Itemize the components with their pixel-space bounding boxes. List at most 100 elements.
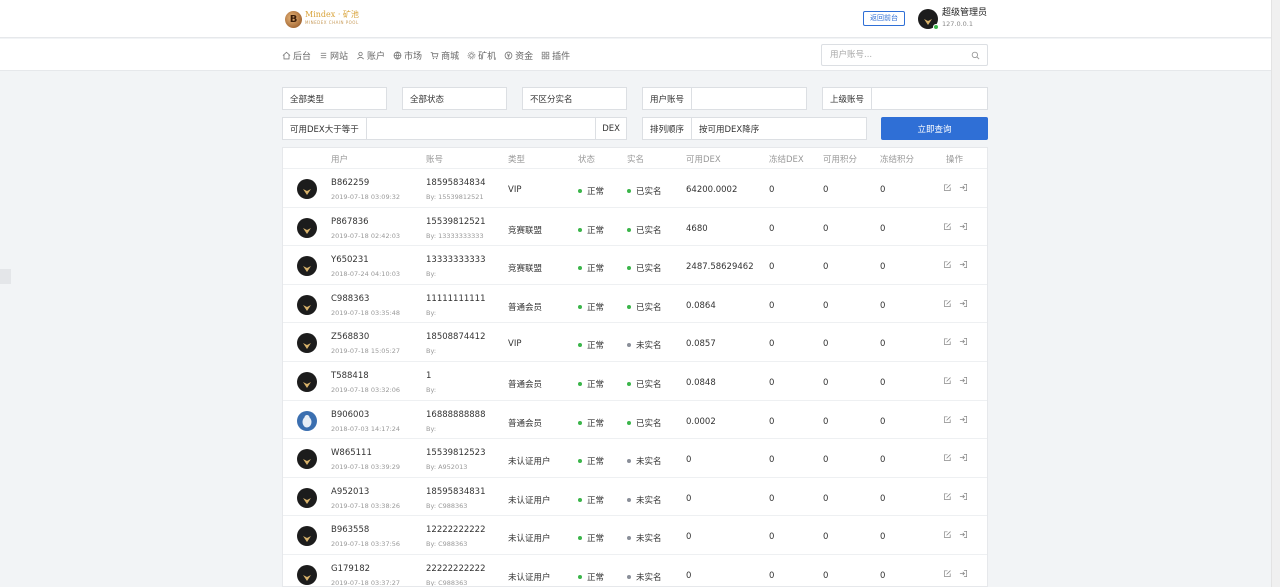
user-id[interactable]: B963558 xyxy=(331,525,369,535)
available-dex: 0 xyxy=(686,455,692,466)
dex-unit-addon: DEX xyxy=(595,118,626,139)
user-type: 竞赛联盟 xyxy=(508,264,543,275)
nav-item-market[interactable]: 市场 xyxy=(393,49,422,62)
edit-icon[interactable] xyxy=(943,260,952,269)
user-id[interactable]: B906003 xyxy=(331,410,369,420)
nav-item-accounts[interactable]: 账户 xyxy=(356,49,385,62)
user-account-field: 用户账号 xyxy=(642,87,807,110)
search-input[interactable] xyxy=(822,45,962,65)
login-as-user-icon[interactable] xyxy=(959,183,968,192)
available-points: 0 xyxy=(823,185,829,195)
register-time: 2019-07-18 03:37:56 xyxy=(331,540,401,549)
frozen-points: 0 xyxy=(880,532,886,543)
edit-icon[interactable] xyxy=(943,453,952,462)
type-select[interactable]: 全部类型 xyxy=(282,87,387,110)
available-points: 0 xyxy=(823,223,829,234)
register-time: 2019-07-18 03:35:48 xyxy=(331,308,401,317)
realname-dot xyxy=(627,343,631,348)
nav-search xyxy=(821,44,988,66)
available-points: 0 xyxy=(823,377,829,388)
nav-item-funds[interactable]: 资金 xyxy=(504,49,533,62)
users-table: 用户 账号 类型 状态 实名 可用DEX 冻结DEX 可用积分 冻结积分 操作 … xyxy=(282,147,988,587)
col-user: 用户 xyxy=(331,155,349,165)
row-actions xyxy=(943,299,968,308)
user-id[interactable]: Z568830 xyxy=(331,332,369,342)
user-avatar-icon xyxy=(297,449,317,470)
status-badge: 正常 xyxy=(578,185,604,197)
main-nav: 后台 网站 账户 市场 商城 矿机 资金 插件 xyxy=(282,49,570,62)
row-actions xyxy=(943,569,968,578)
search-icon[interactable] xyxy=(971,51,980,60)
site-logo[interactable]: B Mindex · 矿池 MINEDEX CHAIN POOL xyxy=(285,10,359,28)
sort-order-select[interactable]: 按可用DEX降序 xyxy=(692,123,759,135)
admin-user[interactable]: 超级管理员 127.0.0.1 xyxy=(918,8,987,30)
login-as-user-icon[interactable] xyxy=(959,222,968,231)
edit-icon[interactable] xyxy=(943,183,952,192)
user-id[interactable]: G179182 xyxy=(331,564,370,574)
avatar[interactable] xyxy=(918,8,939,30)
edit-icon[interactable] xyxy=(943,222,952,231)
user-id[interactable]: A952013 xyxy=(331,487,369,497)
frozen-points: 0 xyxy=(880,339,886,350)
user-id[interactable]: B862259 xyxy=(331,178,369,188)
user-id[interactable]: Y650231 xyxy=(331,255,369,265)
nav-item-dashboard[interactable]: 后台 xyxy=(282,49,311,62)
login-as-user-icon[interactable] xyxy=(959,492,968,501)
nav-item-miners[interactable]: 矿机 xyxy=(467,49,496,62)
account-number: 18595834831 xyxy=(426,486,486,497)
login-as-user-icon[interactable] xyxy=(959,299,968,308)
realname-dot xyxy=(627,266,631,271)
realname-select[interactable]: 不区分实名 xyxy=(522,87,627,110)
col-available-points: 可用积分 xyxy=(823,155,858,165)
login-as-user-icon[interactable] xyxy=(959,260,968,269)
available-dex: 4680 xyxy=(686,223,708,234)
row-actions xyxy=(943,376,968,385)
login-as-user-icon[interactable] xyxy=(959,376,968,385)
login-as-user-icon[interactable] xyxy=(959,453,968,462)
user-id[interactable]: C988363 xyxy=(331,294,369,304)
nav-item-shop[interactable]: 商城 xyxy=(430,49,459,62)
frozen-dex: 0 xyxy=(769,416,775,427)
parent-account-field: 上级账号 xyxy=(822,87,988,110)
nav-item-website[interactable]: 网站 xyxy=(319,49,348,62)
realname-dot xyxy=(627,227,631,232)
user-id[interactable]: W865111 xyxy=(331,448,372,458)
realname-badge: 已实名 xyxy=(627,301,662,313)
user-id[interactable]: P867836 xyxy=(331,217,369,227)
edit-icon[interactable] xyxy=(943,492,952,501)
nav-item-plugins[interactable]: 插件 xyxy=(541,49,570,62)
edit-icon[interactable] xyxy=(943,530,952,539)
login-as-user-icon[interactable] xyxy=(959,569,968,578)
edit-icon[interactable] xyxy=(943,299,952,308)
edit-icon[interactable] xyxy=(943,569,952,578)
realname-text: 已实名 xyxy=(636,302,662,313)
realname-dot xyxy=(627,304,631,309)
user-type: VIP xyxy=(508,339,522,350)
edit-icon[interactable] xyxy=(943,376,952,385)
status-badge: 正常 xyxy=(578,455,604,467)
login-as-user-icon[interactable] xyxy=(959,415,968,424)
frozen-points: 0 xyxy=(880,262,886,273)
status-select[interactable]: 全部状态 xyxy=(402,87,507,110)
login-as-user-icon[interactable] xyxy=(959,530,968,539)
edit-icon[interactable] xyxy=(943,415,952,424)
user-id[interactable]: T588418 xyxy=(331,371,369,381)
back-to-frontend-button[interactable]: 返回前台 xyxy=(863,11,905,26)
login-as-user-icon[interactable] xyxy=(959,337,968,346)
frozen-dex: 0 xyxy=(769,455,775,466)
status-dot xyxy=(578,381,582,386)
status-text: 正常 xyxy=(587,264,605,275)
nav-label: 后台 xyxy=(293,52,312,62)
register-time: 2019-07-18 15:05:27 xyxy=(331,347,401,356)
status-dot xyxy=(578,343,582,348)
user-type: 未认证用户 xyxy=(508,495,551,506)
page-scrollbar[interactable] xyxy=(1271,0,1280,587)
table-row: B963558 2019-07-18 03:37:56 12222222222 By:… xyxy=(283,516,987,555)
table-row: P867836 2019-07-18 02:42:03 15539812521 By:… xyxy=(283,208,987,247)
user-avatar-icon xyxy=(297,217,317,238)
status-dot xyxy=(578,189,582,193)
edit-icon[interactable] xyxy=(943,337,952,346)
side-collapse-tab[interactable] xyxy=(0,269,11,284)
query-button[interactable]: 立即查询 xyxy=(881,117,988,140)
referrer: By: C988363 xyxy=(426,501,468,510)
